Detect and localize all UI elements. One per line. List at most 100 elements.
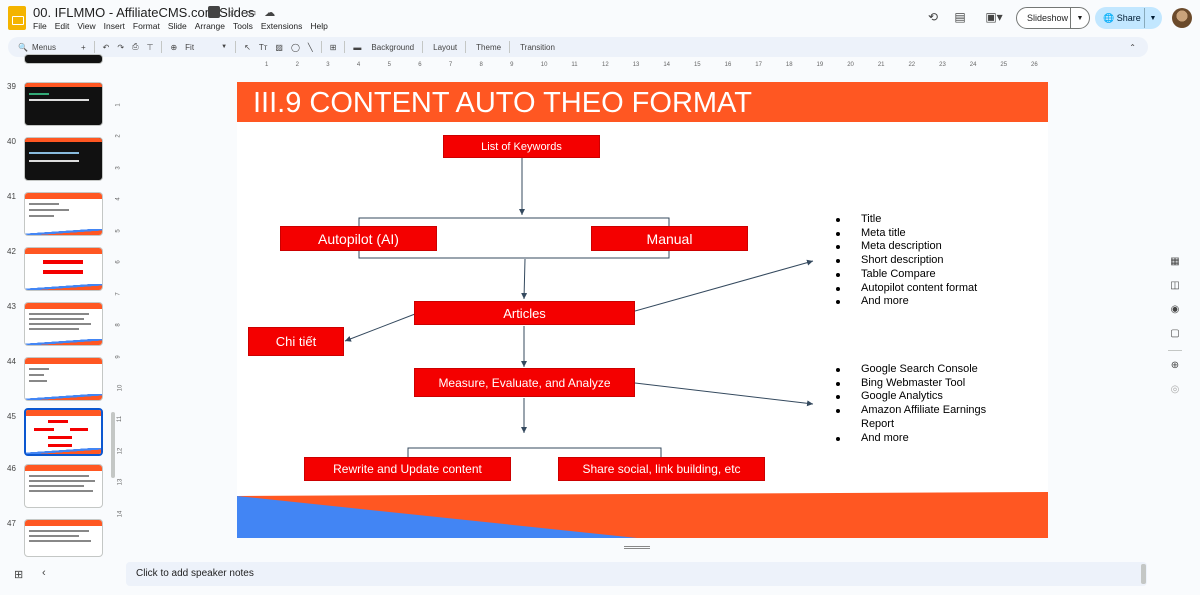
- node-rewrite-update[interactable]: Rewrite and Update content: [304, 457, 511, 481]
- share-label[interactable]: 🌐 Share: [1095, 8, 1145, 28]
- slide-thumbnail-43[interactable]: [24, 302, 103, 346]
- speaker-notes-placeholder[interactable]: Click to add speaker notes: [136, 568, 254, 579]
- slideshow-label[interactable]: Slideshow: [1017, 8, 1071, 28]
- slide-thumbnail-44[interactable]: [24, 357, 103, 401]
- bullet-list-fields[interactable]: Title Meta title Meta description Short …: [834, 213, 977, 309]
- slide-thumbnail[interactable]: [24, 54, 103, 64]
- redo-icon[interactable]: ↷: [117, 43, 124, 52]
- thumbnail-line: [29, 380, 47, 382]
- menus-search[interactable]: 🔍 Menus: [18, 43, 73, 52]
- chevron-down-icon[interactable]: ▼: [1145, 15, 1161, 22]
- paint-format-icon[interactable]: ⊤: [146, 43, 153, 52]
- slide-number: 39: [7, 82, 16, 91]
- node-autopilot[interactable]: Autopilot (AI): [280, 226, 437, 251]
- menu-extensions[interactable]: Extensions: [261, 21, 303, 31]
- connector-arrow: [634, 259, 814, 312]
- new-slide-icon[interactable]: +: [81, 43, 86, 52]
- thumbnail-line: [29, 485, 84, 487]
- bullet-item: Amazon Affiliate Earnings: [834, 404, 986, 418]
- text-box-icon[interactable]: Tт: [259, 43, 268, 52]
- cloud-status-icon[interactable]: ☁: [264, 6, 275, 19]
- bullet-list-tools[interactable]: Google Search Console Bing Webmaster Too…: [834, 363, 986, 445]
- meet-icon[interactable]: ▣▾: [982, 8, 1006, 26]
- node-articles[interactable]: Articles: [414, 301, 635, 325]
- thumbnail-header: [26, 410, 101, 416]
- ruler-tick-label: 7: [448, 62, 453, 68]
- theme-button[interactable]: Theme: [476, 43, 501, 52]
- menu-view[interactable]: View: [77, 21, 95, 31]
- tasks-icon[interactable]: ◉: [1169, 304, 1181, 316]
- background-button[interactable]: Background: [371, 43, 414, 52]
- speaker-notes-area[interactable]: Click to add speaker notes: [126, 562, 1147, 586]
- menu-arrange[interactable]: Arrange: [195, 21, 225, 31]
- chevron-up-icon[interactable]: ⌃: [1129, 43, 1136, 52]
- ruler-tick-label: 5: [115, 229, 122, 233]
- connector-arrow: [521, 258, 528, 300]
- menu-file[interactable]: File: [33, 21, 47, 31]
- node-measure-evaluate-analyze[interactable]: Measure, Evaluate, and Analyze: [414, 368, 635, 397]
- grid-view-icon[interactable]: ⊞: [14, 568, 23, 581]
- layout-button[interactable]: Layout: [433, 43, 457, 52]
- comment-add-icon[interactable]: ⊞: [330, 43, 337, 52]
- ruler-tick-label: 5: [387, 62, 391, 68]
- share-button[interactable]: 🌐 Share ▼: [1095, 7, 1162, 29]
- title-icons: ☆ ▭ ☁: [208, 6, 275, 19]
- node-chi-tiet[interactable]: Chi tiết: [248, 327, 344, 356]
- ruler-tick-label: 7: [115, 292, 122, 296]
- background-color-icon[interactable]: ▬: [353, 43, 361, 52]
- star-icon[interactable]: ☆: [228, 6, 238, 19]
- node-share-social[interactable]: Share social, link building, etc: [558, 457, 765, 481]
- avatar[interactable]: [1172, 8, 1192, 28]
- slide-thumbnail-41[interactable]: [24, 192, 103, 236]
- thumbnail-header: [25, 303, 102, 309]
- menu-insert[interactable]: Insert: [104, 21, 125, 31]
- slide-thumbnail-42[interactable]: [24, 247, 103, 291]
- add-on-icon[interactable]: ⊕: [1169, 360, 1181, 372]
- select-cursor-icon[interactable]: ↖: [244, 43, 251, 52]
- history-icon[interactable]: ⟲: [924, 8, 942, 26]
- bullet-item: Google Search Console: [834, 363, 986, 377]
- notes-resize-handle[interactable]: [624, 546, 650, 549]
- node-manual[interactable]: Manual: [591, 226, 748, 251]
- slideshow-button[interactable]: Slideshow ▼: [1016, 7, 1090, 29]
- divider: [344, 41, 346, 53]
- calendar-icon[interactable]: ▦: [1169, 256, 1181, 268]
- comments-icon[interactable]: ▤: [951, 8, 969, 26]
- slide-thumbnail-39[interactable]: [24, 82, 103, 126]
- image-icon[interactable]: ▨: [275, 43, 283, 52]
- transition-button[interactable]: Transition: [520, 43, 555, 52]
- ruler-tick-label: 13: [632, 62, 640, 68]
- undo-icon[interactable]: ↶: [103, 43, 110, 52]
- thumbnail-scrollbar[interactable]: [111, 412, 115, 478]
- keep-icon[interactable]: ◫: [1169, 280, 1181, 292]
- move-badge-icon[interactable]: [208, 6, 220, 18]
- menu-tools[interactable]: Tools: [233, 21, 253, 31]
- menu-edit[interactable]: Edit: [55, 21, 70, 31]
- chevron-down-icon[interactable]: ▼: [1071, 15, 1089, 22]
- slide-thumbnail-46[interactable]: [24, 464, 103, 508]
- menu-format[interactable]: Format: [133, 21, 160, 31]
- menu-help[interactable]: Help: [310, 21, 327, 31]
- divider: [465, 41, 467, 53]
- line-icon[interactable]: ╲: [308, 43, 313, 52]
- slide-canvas[interactable]: III.9 CONTENT AUTO THEO FORMAT List of K…: [237, 82, 1048, 538]
- ruler-tick-label: 6: [115, 260, 122, 264]
- shape-icon[interactable]: ◯: [291, 43, 300, 52]
- slides-logo-icon[interactable]: [8, 6, 26, 30]
- more-addons-icon[interactable]: ◎: [1169, 384, 1181, 396]
- chevron-down-icon[interactable]: ▼: [221, 44, 227, 50]
- menu-slide[interactable]: Slide: [168, 21, 187, 31]
- slide-number: 41: [7, 192, 16, 201]
- zoom-select[interactable]: Fit: [185, 43, 213, 52]
- slide-thumbnail-45[interactable]: [24, 408, 103, 456]
- slide-thumbnail-40[interactable]: [24, 137, 103, 181]
- contacts-icon[interactable]: ▢: [1169, 328, 1181, 340]
- print-icon[interactable]: ⎙: [132, 42, 138, 52]
- slide-thumbnail-47[interactable]: [24, 519, 103, 557]
- notes-scrollbar[interactable]: [1141, 564, 1146, 584]
- node-list-of-keywords[interactable]: List of Keywords: [443, 135, 600, 158]
- zoom-icon[interactable]: ⊕: [170, 43, 177, 52]
- folder-icon[interactable]: ▭: [246, 6, 256, 19]
- thumbnail-header: [25, 465, 102, 471]
- collapse-panel-icon[interactable]: ‹: [42, 567, 46, 579]
